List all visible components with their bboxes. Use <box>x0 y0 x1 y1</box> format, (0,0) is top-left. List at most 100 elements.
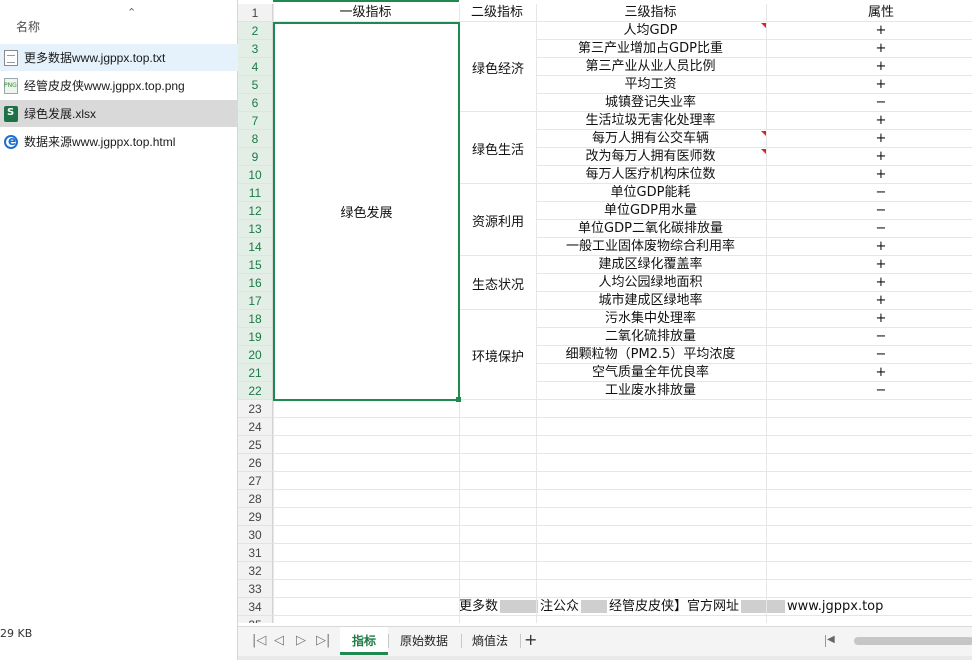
row-header[interactable]: 26 <box>238 454 273 472</box>
scroll-left-icon[interactable]: ◀ <box>827 634 835 645</box>
next-sheet-icon[interactable]: ▷ <box>296 633 306 648</box>
indicator-cell[interactable]: 第三产业从业人员比例 <box>536 58 765 76</box>
row-header[interactable]: 16 <box>238 274 273 292</box>
row-header[interactable]: 30 <box>238 526 273 544</box>
indicator-cell[interactable]: 单位GDP能耗 <box>536 184 765 202</box>
scroll-divider[interactable] <box>825 635 826 647</box>
tab-indicators[interactable]: 指标 <box>340 627 389 655</box>
row-header[interactable]: 12 <box>238 202 273 220</box>
level2-group-cell[interactable]: 环境保护 <box>460 311 536 400</box>
row-header[interactable]: 10 <box>238 166 273 184</box>
row-header[interactable]: 13 <box>238 220 273 238</box>
row-header[interactable]: 6 <box>238 94 273 112</box>
add-sheet-button[interactable]: + <box>524 630 537 649</box>
name-column-label[interactable]: 名称 <box>16 18 40 35</box>
attribute-cell[interactable]: + <box>766 364 972 382</box>
row-header[interactable]: 4 <box>238 58 273 76</box>
footer-note-cell[interactable]: 更多数 注公众 经管皮皮侠】官方网址 www.jgppx.top <box>459 598 883 616</box>
attribute-cell[interactable]: + <box>766 112 972 130</box>
attribute-cell[interactable]: + <box>766 256 972 274</box>
row-header[interactable]: 7 <box>238 112 273 130</box>
indicator-cell[interactable]: 二氧化硫排放量 <box>536 328 765 346</box>
row-header[interactable]: 5 <box>238 76 273 94</box>
row-header[interactable]: 18 <box>238 310 273 328</box>
indicator-cell[interactable]: 单位GDP二氧化碳排放量 <box>536 220 765 238</box>
level2-group-cell[interactable]: 资源利用 <box>460 185 536 256</box>
attribute-cell[interactable]: + <box>766 238 972 256</box>
row-header[interactable]: 25 <box>238 436 273 454</box>
attribute-cell[interactable]: − <box>766 346 972 364</box>
level1-merged-cell[interactable]: 绿色发展 <box>274 23 459 400</box>
indicator-cell[interactable]: 改为每万人拥有医师数 <box>536 148 765 166</box>
attribute-cell[interactable]: + <box>766 292 972 310</box>
attribute-cell[interactable]: + <box>766 310 972 328</box>
tab-raw-data[interactable]: 原始数据 <box>388 627 460 655</box>
attribute-cell[interactable]: + <box>766 130 972 148</box>
row-header[interactable]: 31 <box>238 544 273 562</box>
indicator-cell[interactable]: 每万人医疗机构床位数 <box>536 166 765 184</box>
row-header[interactable]: 11 <box>238 184 273 202</box>
indicator-cell[interactable]: 人均GDP <box>536 22 765 40</box>
horizontal-scrollbar-thumb[interactable] <box>854 637 972 645</box>
row-header[interactable]: 8 <box>238 130 273 148</box>
indicator-cell[interactable]: 空气质量全年优良率 <box>536 364 765 382</box>
level2-group-cell[interactable]: 生态状况 <box>460 257 536 310</box>
row-header[interactable]: 28 <box>238 490 273 508</box>
row-header[interactable]: 27 <box>238 472 273 490</box>
indicator-cell[interactable]: 工业废水排放量 <box>536 382 765 400</box>
row-header[interactable]: 20 <box>238 346 273 364</box>
indicator-cell[interactable]: 单位GDP用水量 <box>536 202 765 220</box>
header-attribute-cell[interactable]: 属性 <box>766 4 972 22</box>
row-header[interactable]: 17 <box>238 292 273 310</box>
row-header[interactable]: 32 <box>238 562 273 580</box>
header-level3-cell[interactable]: 三级指标 <box>536 4 765 22</box>
indicator-cell[interactable]: 一般工业固体废物综合利用率 <box>536 238 765 256</box>
row-header[interactable]: 19 <box>238 328 273 346</box>
attribute-cell[interactable]: − <box>766 220 972 238</box>
level2-group-cell[interactable]: 绿色生活 <box>460 113 536 184</box>
indicator-cell[interactable]: 建成区绿化覆盖率 <box>536 256 765 274</box>
indicator-cell[interactable]: 人均公园绿地面积 <box>536 274 765 292</box>
row-header[interactable]: 14 <box>238 238 273 256</box>
attribute-cell[interactable]: − <box>766 328 972 346</box>
attribute-cell[interactable]: + <box>766 40 972 58</box>
tab-entropy-method[interactable]: 熵值法 <box>460 627 520 655</box>
last-sheet-icon[interactable]: ▷| <box>316 633 330 648</box>
header-level2-cell[interactable]: 二级指标 <box>459 4 535 22</box>
row-header[interactable]: 23 <box>238 400 273 418</box>
row-header[interactable]: 9 <box>238 148 273 166</box>
file-item-html[interactable]: 数据来源www.jgppx.top.html <box>0 128 238 155</box>
comment-indicator-icon[interactable] <box>761 131 766 136</box>
indicator-cell[interactable]: 每万人拥有公交车辆 <box>536 130 765 148</box>
comment-indicator-icon[interactable] <box>761 23 766 28</box>
level2-group-cell[interactable]: 绿色经济 <box>460 23 536 112</box>
attribute-cell[interactable]: − <box>766 382 972 400</box>
comment-indicator-icon[interactable] <box>761 149 766 154</box>
attribute-cell[interactable]: − <box>766 184 972 202</box>
prev-sheet-icon[interactable]: ◁ <box>274 633 284 648</box>
indicator-cell[interactable]: 细颗粒物（PM2.5）平均浓度 <box>536 346 765 364</box>
indicator-cell[interactable]: 城镇登记失业率 <box>536 94 765 112</box>
indicator-cell[interactable]: 城市建成区绿地率 <box>536 292 765 310</box>
attribute-cell[interactable]: + <box>766 148 972 166</box>
attribute-cell[interactable]: + <box>766 274 972 292</box>
row-header[interactable]: 1 <box>238 4 273 22</box>
row-header[interactable]: 34 <box>238 598 273 616</box>
attribute-cell[interactable]: − <box>766 202 972 220</box>
indicator-cell[interactable]: 生活垃圾无害化处理率 <box>536 112 765 130</box>
indicator-cell[interactable]: 第三产业增加占GDP比重 <box>536 40 765 58</box>
attribute-cell[interactable]: − <box>766 94 972 112</box>
explorer-column-header[interactable]: 名称 ⌃ <box>0 0 238 40</box>
row-header[interactable]: 33 <box>238 580 273 598</box>
attribute-cell[interactable]: + <box>766 58 972 76</box>
row-header[interactable]: 22 <box>238 382 273 400</box>
row-header[interactable]: 2 <box>238 22 273 40</box>
indicator-cell[interactable]: 平均工资 <box>536 76 765 94</box>
attribute-cell[interactable]: + <box>766 22 972 40</box>
row-header[interactable]: 15 <box>238 256 273 274</box>
file-item-txt[interactable]: 更多数据www.jgppx.top.txt <box>0 44 238 71</box>
attribute-cell[interactable]: + <box>766 76 972 94</box>
row-header[interactable]: 35 <box>238 616 273 623</box>
attribute-cell[interactable]: + <box>766 166 972 184</box>
indicator-cell[interactable]: 污水集中处理率 <box>536 310 765 328</box>
